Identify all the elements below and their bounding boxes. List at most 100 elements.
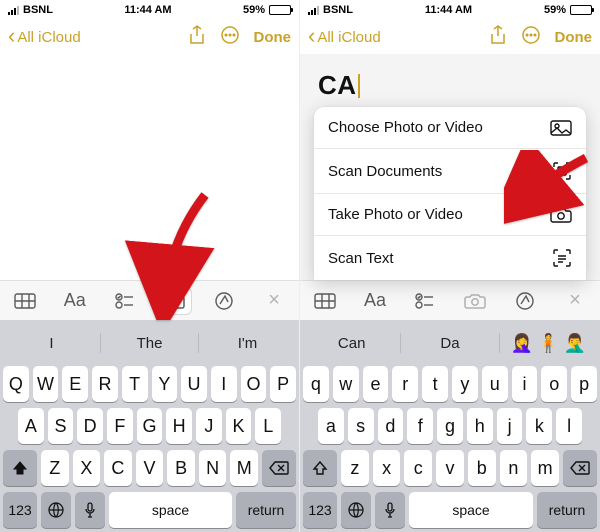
menu-take-photo[interactable]: Take Photo or Video (314, 193, 586, 235)
camera-icon[interactable] (156, 287, 192, 315)
key[interactable]: v (436, 450, 464, 486)
key[interactable]: y (452, 366, 478, 402)
space-key[interactable]: space (109, 492, 232, 528)
key[interactable]: C (104, 450, 132, 486)
key[interactable]: i (512, 366, 538, 402)
suggestion[interactable]: Da (401, 326, 498, 360)
note-body[interactable]: CA Choose Photo or Video Scan Documents … (300, 54, 600, 280)
suggestion[interactable]: Can (303, 326, 400, 360)
key[interactable]: n (500, 450, 528, 486)
menu-choose-photo[interactable]: Choose Photo or Video (314, 107, 586, 148)
close-toolbar-button[interactable]: × (256, 287, 292, 315)
key[interactable]: B (167, 450, 195, 486)
globe-key[interactable] (41, 492, 71, 528)
checklist-icon[interactable] (407, 287, 443, 315)
suggestion[interactable]: The (101, 326, 198, 360)
share-icon[interactable] (489, 25, 507, 49)
key[interactable]: a (318, 408, 344, 444)
more-icon[interactable] (220, 25, 240, 49)
menu-scan-documents[interactable]: Scan Documents (314, 148, 586, 193)
key[interactable]: P (270, 366, 296, 402)
dictation-key[interactable] (75, 492, 105, 528)
table-icon[interactable] (307, 287, 343, 315)
key[interactable]: J (196, 408, 222, 444)
key[interactable]: K (226, 408, 252, 444)
key[interactable]: O (241, 366, 267, 402)
key[interactable]: E (62, 366, 88, 402)
numbers-key[interactable]: 123 (3, 492, 37, 528)
suggestion-emoji[interactable]: 🤦‍♀️ 🧍 🤦‍♂️ (500, 326, 597, 360)
key[interactable]: X (73, 450, 101, 486)
key[interactable]: j (497, 408, 523, 444)
key[interactable]: f (407, 408, 433, 444)
return-key[interactable]: return (236, 492, 296, 528)
globe-key[interactable] (341, 492, 371, 528)
key[interactable]: I (211, 366, 237, 402)
key[interactable]: W (33, 366, 59, 402)
key[interactable]: m (531, 450, 559, 486)
markup-icon[interactable] (206, 287, 242, 315)
key[interactable]: d (378, 408, 404, 444)
key[interactable]: r (392, 366, 418, 402)
status-time: 11:44 AM (425, 4, 472, 16)
key[interactable]: M (230, 450, 258, 486)
key[interactable]: U (181, 366, 207, 402)
key[interactable]: h (467, 408, 493, 444)
key[interactable]: s (348, 408, 374, 444)
back-button[interactable]: ‹ All iCloud (8, 26, 188, 48)
key[interactable]: q (303, 366, 329, 402)
suggestion[interactable]: I (3, 326, 100, 360)
key[interactable]: w (333, 366, 359, 402)
more-icon[interactable] (521, 25, 541, 49)
key[interactable]: b (468, 450, 496, 486)
key[interactable]: R (92, 366, 118, 402)
key[interactable]: l (556, 408, 582, 444)
key[interactable]: L (255, 408, 281, 444)
key[interactable]: k (526, 408, 552, 444)
key[interactable]: z (341, 450, 369, 486)
camera-icon[interactable] (457, 287, 493, 315)
done-button[interactable]: Done (555, 29, 593, 46)
key[interactable]: o (541, 366, 567, 402)
done-button[interactable]: Done (254, 29, 292, 46)
key[interactable]: e (363, 366, 389, 402)
menu-scan-text[interactable]: Scan Text (314, 235, 586, 280)
share-icon[interactable] (188, 25, 206, 49)
key[interactable]: Q (3, 366, 29, 402)
return-key[interactable]: return (537, 492, 597, 528)
markup-icon[interactable] (507, 287, 543, 315)
key[interactable]: x (373, 450, 401, 486)
key[interactable]: F (107, 408, 133, 444)
backspace-key[interactable] (563, 450, 597, 486)
keyboard: I The I'm Q W E R T Y U I O P A S D F (0, 320, 299, 532)
key[interactable]: N (199, 450, 227, 486)
close-toolbar-button[interactable]: × (557, 287, 593, 315)
key[interactable]: c (404, 450, 432, 486)
note-body[interactable] (0, 54, 299, 280)
key[interactable]: V (136, 450, 164, 486)
key[interactable]: p (571, 366, 597, 402)
text-format-button[interactable]: Aa (57, 287, 93, 315)
key[interactable]: H (166, 408, 192, 444)
shift-key[interactable] (303, 450, 337, 486)
numbers-key[interactable]: 123 (303, 492, 337, 528)
key[interactable]: Z (41, 450, 69, 486)
table-icon[interactable] (7, 287, 43, 315)
key[interactable]: t (422, 366, 448, 402)
key[interactable]: S (48, 408, 74, 444)
dictation-key[interactable] (375, 492, 405, 528)
backspace-key[interactable] (262, 450, 296, 486)
space-key[interactable]: space (409, 492, 533, 528)
key[interactable]: T (122, 366, 148, 402)
key[interactable]: u (482, 366, 508, 402)
key[interactable]: A (18, 408, 44, 444)
key[interactable]: Y (152, 366, 178, 402)
back-button[interactable]: ‹ All iCloud (308, 26, 489, 48)
key[interactable]: g (437, 408, 463, 444)
key[interactable]: D (77, 408, 103, 444)
shift-key[interactable] (3, 450, 37, 486)
key[interactable]: G (137, 408, 163, 444)
checklist-icon[interactable] (107, 287, 143, 315)
text-format-button[interactable]: Aa (357, 287, 393, 315)
suggestion[interactable]: I'm (199, 326, 296, 360)
